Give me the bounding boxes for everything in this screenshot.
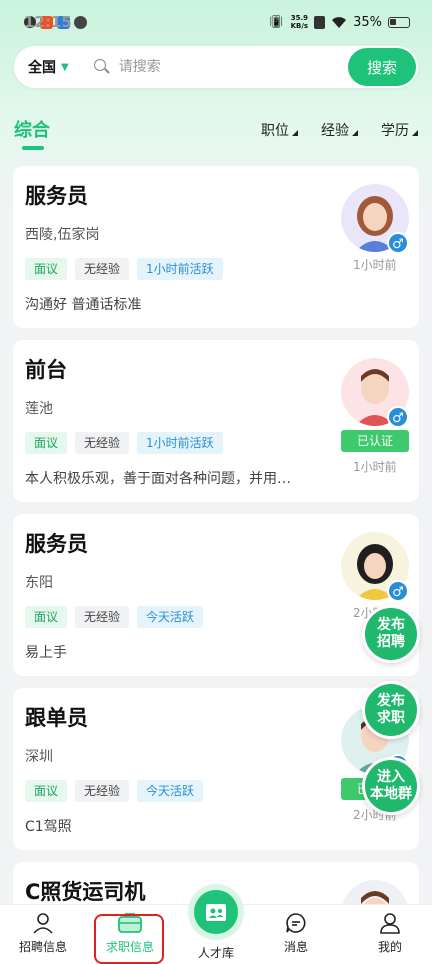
filter-education[interactable]: 学历 <box>381 120 418 140</box>
card-title: 服务员 <box>25 184 88 208</box>
card-tags: 面议 无经验 1小时前活跃 <box>25 432 223 454</box>
status-bar: 12:15 📳︎ 35.9 KB/s 35% <box>0 0 432 44</box>
talent-pool-button[interactable] <box>188 884 244 940</box>
filter-education-label: 学历 <box>381 123 409 139</box>
card-title: 前台 <box>25 358 67 382</box>
card-description: C1驾照 <box>25 819 72 835</box>
card-tags: 面议 无经验 今天活跃 <box>25 606 204 628</box>
triangle-icon <box>292 130 298 136</box>
talent-pool-icon <box>194 890 238 934</box>
filter-experience[interactable]: 经验 <box>321 120 358 140</box>
netspeed-value: 35.9 <box>290 14 308 22</box>
experience-tag: 无经验 <box>75 780 130 802</box>
search-button[interactable]: 搜索 <box>348 48 416 86</box>
wechat-icon <box>74 15 87 29</box>
activity-tag: 今天活跃 <box>137 780 204 802</box>
salary-tag: 面议 <box>25 606 68 628</box>
nav-mine-label: 我的 <box>377 940 402 954</box>
region-selector[interactable]: 全国 ▼ <box>28 57 69 77</box>
sim-icon <box>314 15 326 29</box>
profile-icon <box>380 913 400 934</box>
status-time: 12:15 <box>24 13 72 31</box>
experience-tag: 无经验 <box>75 258 130 280</box>
verified-badge: 已认证 <box>341 430 409 452</box>
card-tags: 面议 无经验 1小时前活跃 <box>25 258 223 280</box>
tab-underline <box>22 146 44 150</box>
card-location: 西陵,伍家岗 <box>25 227 100 243</box>
card-description: 本人积极乐观，善于面对各种问题，并用… <box>25 471 291 487</box>
resume-card[interactable]: 前台 莲池 面议 无经验 1小时前活跃 本人积极乐观，善于面对各种问题，并用… … <box>13 340 419 502</box>
battery-percent: 35% <box>353 14 382 30</box>
tab-comprehensive[interactable]: 综合 <box>14 116 50 142</box>
salary-tag: 面议 <box>25 258 68 280</box>
activity-tag: 1小时前活跃 <box>137 258 223 280</box>
card-description: 易上手 <box>25 645 67 661</box>
card-title: C照货运司机 <box>25 880 146 904</box>
search-bar: 全国 ▼ 搜索 <box>14 46 418 88</box>
post-resume-button[interactable]: 发布 求职 <box>362 681 420 739</box>
card-description: 沟通好 普通话标准 <box>25 297 142 313</box>
person-icon <box>33 913 53 934</box>
filter-tabs: 综合 职位 经验 学历 <box>0 108 432 152</box>
filter-position[interactable]: 职位 <box>261 120 298 140</box>
triangle-icon <box>352 130 358 136</box>
search-icon <box>93 58 111 76</box>
nav-mine[interactable]: 我的 <box>350 911 430 955</box>
post-job-button[interactable]: 发布 招聘 <box>362 605 420 663</box>
salary-tag: 面议 <box>25 780 68 802</box>
chat-icon <box>286 913 306 933</box>
netspeed: 35.9 KB/s <box>291 14 308 30</box>
vibrate-icon: 📳︎ <box>268 14 285 30</box>
wifi-icon <box>332 16 347 28</box>
salary-tag: 面议 <box>25 432 68 454</box>
nav-talent-label: 人才库 <box>197 946 234 960</box>
battery-icon <box>388 16 410 28</box>
card-location: 莲池 <box>25 401 53 417</box>
activity-tag: 今天活跃 <box>137 606 204 628</box>
search-input[interactable] <box>118 59 319 75</box>
join-group-button[interactable]: 进入 本地群 <box>362 757 420 815</box>
card-location: 东阳 <box>25 575 53 591</box>
highlight-annotation <box>94 914 164 964</box>
region-label: 全国 <box>28 60 56 76</box>
experience-tag: 无经验 <box>75 606 130 628</box>
resume-card[interactable]: 服务员 西陵,伍家岗 面议 无经验 1小时前活跃 沟通好 普通话标准 ♂ 1小时… <box>13 166 419 328</box>
filter-experience-label: 经验 <box>321 123 349 139</box>
netspeed-unit: KB/s <box>290 22 309 30</box>
card-time: 1小时前 <box>353 460 397 474</box>
nav-recruit-label: 招聘信息 <box>18 940 67 954</box>
card-title: 跟单员 <box>25 706 88 730</box>
card-tags: 面议 无经验 今天活跃 <box>25 780 204 802</box>
status-right: 📳︎ 35.9 KB/s 35% <box>268 14 410 30</box>
filter-position-label: 职位 <box>261 123 289 139</box>
experience-tag: 无经验 <box>75 432 130 454</box>
card-time: 1小时前 <box>353 258 397 272</box>
nav-messages[interactable]: 消息 <box>256 911 336 955</box>
male-icon: ♂ <box>387 232 409 254</box>
nav-recruit[interactable]: 招聘信息 <box>3 911 83 955</box>
male-icon: ♂ <box>387 406 409 428</box>
resume-card[interactable]: 跟单员 深圳 面议 无经验 今天活跃 C1驾照 ♂ 已认证 2小时前 <box>13 688 419 850</box>
resume-card[interactable]: 服务员 东阳 面议 无经验 今天活跃 易上手 ♂ 2小时前 <box>13 514 419 676</box>
activity-tag: 1小时前活跃 <box>137 432 223 454</box>
triangle-icon <box>412 130 418 136</box>
male-icon: ♂ <box>387 580 409 602</box>
caret-down-icon: ▼ <box>61 61 69 73</box>
nav-messages-label: 消息 <box>283 940 308 954</box>
card-location: 深圳 <box>25 749 53 765</box>
card-title: 服务员 <box>25 532 88 556</box>
